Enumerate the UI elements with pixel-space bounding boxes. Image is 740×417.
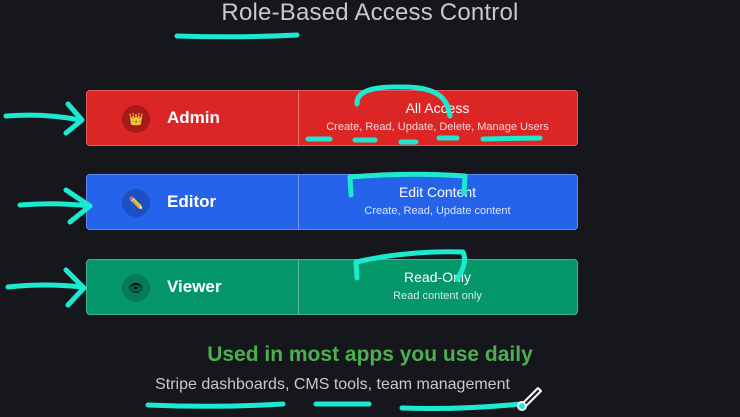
role-name-admin: Admin bbox=[167, 108, 220, 127]
access-level-admin: All Access bbox=[405, 100, 470, 116]
role-header-editor: ✏️ Editor bbox=[87, 175, 299, 229]
title-underline-mark bbox=[174, 32, 300, 40]
tagline: Used in most apps you use daily bbox=[207, 343, 533, 366]
access-level-viewer: Read-Only bbox=[404, 269, 471, 285]
role-name-viewer: Viewer bbox=[167, 277, 222, 296]
arrow-icon-editor bbox=[17, 187, 93, 225]
examples-underline-marks bbox=[145, 401, 523, 411]
crown-icon: 👑 bbox=[122, 105, 150, 133]
access-level-editor: Edit Content bbox=[398, 184, 477, 200]
role-name-editor: Editor bbox=[167, 192, 217, 211]
role-header-viewer: 👁 Viewer bbox=[87, 260, 299, 314]
role-details-editor: Edit Content Create, Read, Update conten… bbox=[298, 175, 577, 229]
role-details-viewer: Read-Only Read content only bbox=[298, 260, 577, 314]
eye-icon: 👁 bbox=[122, 274, 150, 302]
arrow-icon-viewer bbox=[5, 267, 87, 308]
pencil-icon: ✏️ bbox=[122, 189, 150, 217]
permissions-viewer: Read content only bbox=[393, 290, 482, 302]
permissions-admin: Create, Read, Update, Delete, Manage Use… bbox=[326, 121, 549, 133]
role-card-viewer: 👁 Viewer Read-Only Read content only bbox=[86, 259, 578, 315]
permissions-editor: Create, Read, Update content bbox=[364, 205, 511, 217]
role-card-editor: ✏️ Editor Edit Content Create, Read, Upd… bbox=[86, 174, 578, 230]
role-details-admin: All Access Create, Read, Update, Delete,… bbox=[298, 91, 577, 145]
role-header-admin: 👑 Admin bbox=[87, 91, 299, 145]
diagram-title: Role-Based Access Control bbox=[221, 0, 519, 26]
arrow-icon-admin bbox=[3, 101, 85, 136]
examples-text: Stripe dashboards, CMS tools, team manag… bbox=[155, 376, 510, 393]
role-card-admin: 👑 Admin All Access Create, Read, Update,… bbox=[86, 90, 578, 146]
